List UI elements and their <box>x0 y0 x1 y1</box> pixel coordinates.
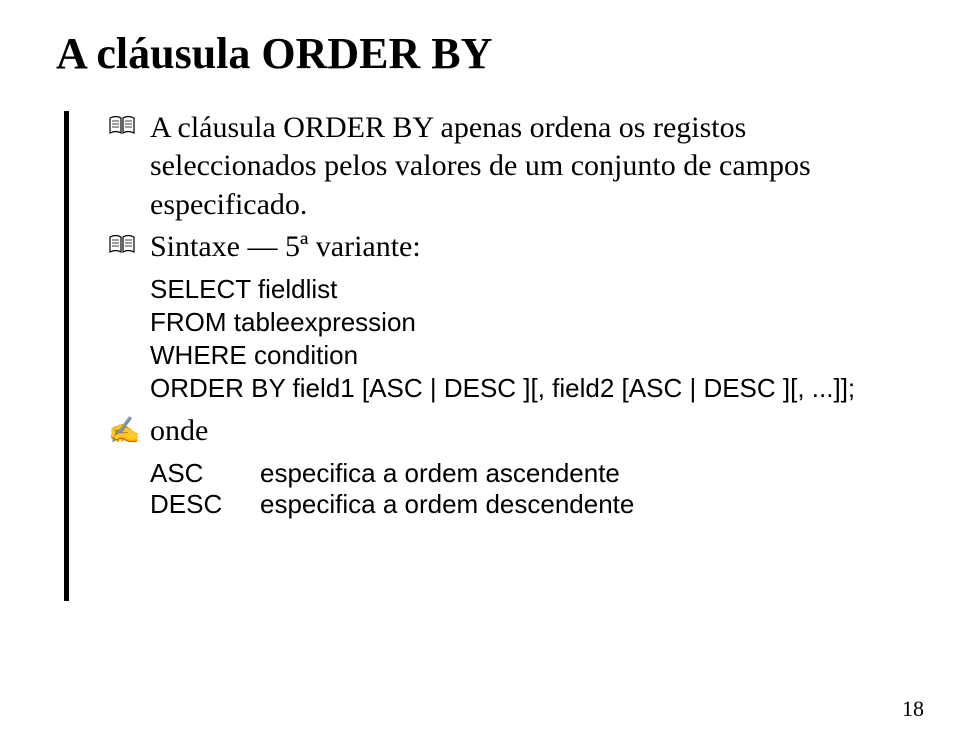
definition-row: DESC especifica a ordem descendente <box>150 489 904 520</box>
book-icon <box>108 109 150 140</box>
slide-title: A cláusula ORDER BY <box>56 28 904 79</box>
definition-value: especifica a ordem ascendente <box>260 458 620 489</box>
definition-value: especifica a ordem descendente <box>260 489 634 520</box>
hand-icon: ✍ <box>108 418 150 444</box>
bullet-item: A cláusula ORDER BY apenas ordena os reg… <box>108 109 904 224</box>
code-line: ORDER BY field1 [ASC | DESC ][, field2 [… <box>150 372 904 405</box>
definitions-block: ASC especifica a ordem ascendente DESC e… <box>108 458 904 520</box>
book-icon <box>108 228 150 259</box>
bullet-text: Sintaxe — 5ª variante: <box>150 228 421 266</box>
code-line: WHERE condition <box>150 339 904 372</box>
page-number: 18 <box>902 696 924 722</box>
bullet-text: A cláusula ORDER BY apenas ordena os reg… <box>150 109 904 224</box>
definition-row: ASC especifica a ordem ascendente <box>150 458 904 489</box>
slide: A cláusula ORDER BY A cláusula ORDER BY … <box>0 0 960 746</box>
bullet-item: Sintaxe — 5ª variante: <box>108 228 904 266</box>
content-area: A cláusula ORDER BY apenas ordena os reg… <box>56 109 904 520</box>
definition-key: DESC <box>150 489 260 520</box>
vertical-rule <box>64 111 69 601</box>
code-line: SELECT fieldlist <box>150 273 904 306</box>
onde-label: onde <box>150 412 208 450</box>
definition-key: ASC <box>150 458 260 489</box>
code-block: SELECT fieldlist FROM tableexpression WH… <box>108 273 904 406</box>
code-line: FROM tableexpression <box>150 306 904 339</box>
sub-bullet-item: ✍ onde <box>108 412 904 450</box>
